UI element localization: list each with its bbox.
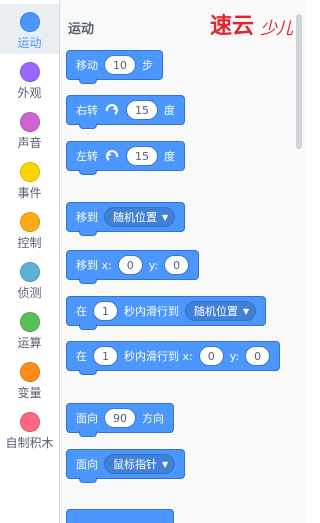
turn-degrees-input[interactable]: 15: [126, 146, 158, 166]
block-unit: 步: [142, 59, 153, 72]
section-title: 运动: [68, 22, 95, 37]
logo-seal: 速云: [210, 13, 255, 39]
block-prefix: 在: [76, 305, 87, 318]
chevron-down-icon: ▼: [162, 459, 169, 469]
category-label: 事件: [17, 186, 42, 200]
rotate-counterclockwise-icon: [104, 149, 120, 163]
category-label: 侦测: [17, 286, 42, 300]
block-unit: 方向: [142, 412, 164, 425]
y-label: y:: [229, 349, 240, 363]
y-input[interactable]: 0: [245, 346, 271, 366]
category-events[interactable]: 事件: [0, 154, 59, 204]
category-label: 外观: [17, 86, 42, 100]
point-in-direction-block[interactable]: 面向 90 方向: [66, 403, 174, 437]
block-palette: 运动 速云 少儿编程 移动 10 步 右转 15 度 左转: [60, 0, 305, 523]
dropdown-value: 随机位置: [113, 211, 157, 224]
target-dropdown[interactable]: 随机位置 ▼: [104, 207, 176, 227]
dropdown-value: 随机位置: [194, 305, 238, 318]
looks-color-dot: [19, 62, 40, 82]
motion-color-dot: [19, 12, 40, 32]
block-label: 移到: [76, 211, 98, 224]
category-variables[interactable]: 变量: [0, 354, 59, 404]
x-input[interactable]: 0: [198, 346, 224, 366]
block-label: 面向: [76, 458, 98, 471]
turn-degrees-input[interactable]: 15: [126, 100, 158, 120]
block-unit: 度: [164, 150, 175, 163]
block-label: 左转: [76, 150, 98, 163]
towards-dropdown[interactable]: 鼠标指针 ▼: [104, 454, 176, 474]
events-color-dot: [19, 162, 40, 182]
control-color-dot: [19, 212, 40, 232]
go-to-xy-block[interactable]: 移到 x: 0 y: 0: [66, 250, 200, 284]
glide-to-xy-block[interactable]: 在 1 秒内滑行到 x: 0 y: 0: [66, 341, 281, 375]
category-operators[interactable]: 运算: [0, 304, 59, 354]
x-input[interactable]: 0: [117, 255, 143, 275]
block-label: 移动: [76, 59, 98, 72]
y-input[interactable]: 0: [164, 255, 190, 275]
operators-color-dot: [19, 312, 40, 332]
point-towards-block[interactable]: 面向 鼠标指针 ▼: [66, 449, 186, 483]
block-label: 移到 x:: [76, 259, 112, 272]
category-my-blocks[interactable]: 自制积木: [0, 404, 59, 454]
sensing-color-dot: [19, 262, 40, 282]
seconds-input[interactable]: 1: [93, 301, 118, 321]
seconds-input[interactable]: 1: [93, 346, 118, 366]
category-label: 声音: [17, 136, 42, 150]
block-label: 右转: [76, 104, 98, 117]
blocks-editor: 运动 外观 声音 事件 控制 侦测 运算 变量 自制积木 运动 速云 少儿 移动…: [0, 0, 305, 523]
glide-to-target-block[interactable]: 在 1 秒内滑行到 随机位置 ▼: [66, 296, 267, 330]
watermark-logo: 速云 少儿编程: [210, 6, 305, 39]
block-label: 面向: [76, 412, 98, 425]
go-to-target-block[interactable]: 移到 随机位置 ▼: [66, 202, 186, 236]
category-control[interactable]: 控制: [0, 204, 59, 254]
block-unit: 度: [164, 104, 175, 117]
direction-input[interactable]: 90: [104, 408, 136, 428]
rotate-clockwise-icon: [104, 103, 120, 117]
block-label: 秒内滑行到: [124, 305, 179, 318]
chevron-down-icon: ▼: [162, 212, 169, 222]
category-label: 运算: [17, 336, 42, 350]
category-motion[interactable]: 运动: [0, 4, 59, 54]
steps-input[interactable]: 10: [104, 55, 136, 75]
category-label: 运动: [17, 36, 42, 50]
block-label: 秒内滑行到 x:: [124, 350, 193, 363]
y-label: y:: [148, 258, 159, 272]
variables-color-dot: [19, 362, 40, 382]
category-label: 控制: [17, 236, 42, 250]
scrollbar-thumb[interactable]: [296, 14, 302, 149]
sound-color-dot: [19, 112, 40, 132]
palette-scrollbar[interactable]: [293, 0, 305, 523]
chevron-down-icon: ▼: [243, 306, 250, 316]
category-label: 变量: [17, 386, 42, 400]
dropdown-value: 鼠标指针: [113, 458, 157, 471]
category-sensing[interactable]: 侦测: [0, 254, 59, 304]
turn-right-block[interactable]: 右转 15 度: [66, 95, 185, 129]
category-looks[interactable]: 外观: [0, 54, 59, 104]
block-prefix: 在: [76, 350, 87, 363]
target-dropdown[interactable]: 随机位置 ▼: [185, 301, 257, 321]
move-steps-block[interactable]: 移动 10 步: [66, 50, 163, 84]
category-label: 自制积木: [5, 436, 54, 450]
partial-block[interactable]: [66, 509, 174, 523]
category-sound[interactable]: 声音: [0, 104, 59, 154]
category-menu: 运动 外观 声音 事件 控制 侦测 运算 变量 自制积木: [0, 0, 60, 523]
my-blocks-color-dot: [19, 412, 40, 432]
turn-left-block[interactable]: 左转 15 度: [66, 141, 185, 175]
